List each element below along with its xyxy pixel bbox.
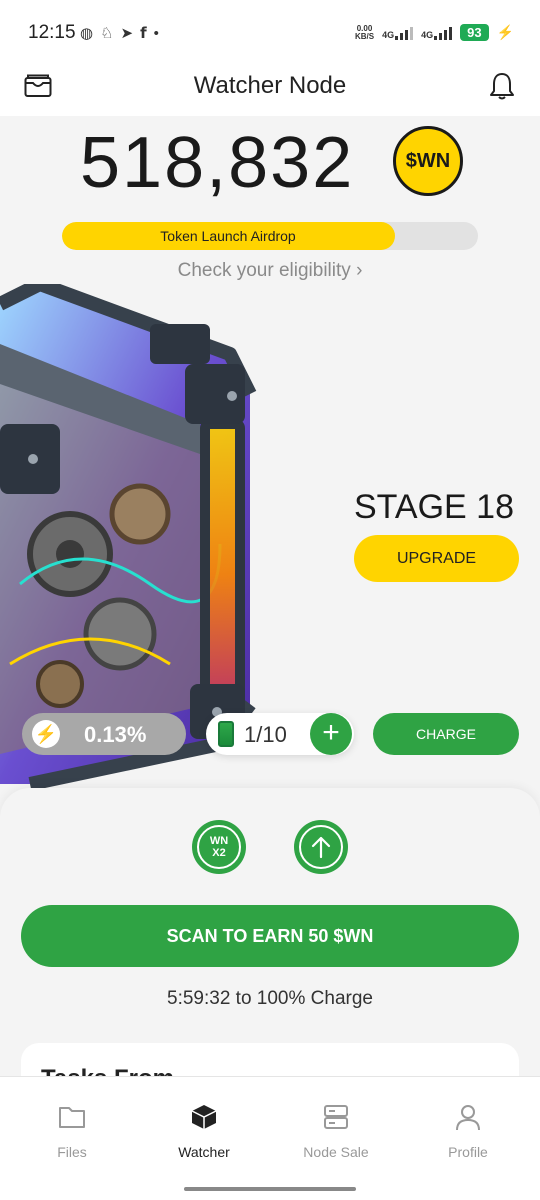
charge-button[interactable]: CHARGE <box>373 713 519 755</box>
page-title: Watcher Node <box>193 72 347 99</box>
nav-node-sale[interactable]: Node Sale <box>276 1103 396 1160</box>
eligibility-link[interactable]: Check your eligibility › <box>0 260 540 282</box>
balance-amount: 518,832 <box>80 123 355 203</box>
net-speed-unit: KB/S <box>354 31 375 41</box>
bottom-nav: Files Watcher Node Sale Profile <box>0 1076 540 1200</box>
eligibility-link-text: Check your eligibility <box>177 260 351 281</box>
arrow-up-icon <box>299 825 343 869</box>
signal-2-label: 4G <box>421 29 434 40</box>
airdrop-progress-label: Token Launch Airdrop <box>160 228 296 244</box>
facebook-icon: f <box>140 24 147 42</box>
status-time: 12:15 <box>28 22 76 43</box>
scan-to-earn-button[interactable]: SCAN TO EARN 50 $WN <box>21 905 519 967</box>
plus-icon: + <box>322 716 340 749</box>
app-header: Watcher Node <box>0 62 540 116</box>
messenger-icon: ◍ <box>80 25 94 42</box>
wn-x2-icon: WN X2 <box>197 825 241 869</box>
nav-node-sale-label: Node Sale <box>303 1144 369 1160</box>
folder-icon <box>59 1107 85 1128</box>
mining-rate-value: 0.13% <box>84 722 147 747</box>
telegram-icon: ➤ <box>120 25 134 42</box>
wn-token-icon: $WN <box>393 126 463 196</box>
signal-bars-icon <box>395 26 414 40</box>
add-battery-button[interactable]: + <box>310 713 352 755</box>
cube-icon <box>191 1105 217 1129</box>
nav-watcher[interactable]: Watcher <box>144 1103 264 1160</box>
upgrade-boost-button[interactable] <box>294 820 348 874</box>
multiplier-line1: WN <box>209 835 229 847</box>
bell-icon[interactable] <box>488 71 516 101</box>
signal-1-label: 4G <box>382 29 395 40</box>
mining-rate-pill: ⚡ 0.13% <box>22 713 186 755</box>
signal-2: 4G <box>421 26 453 40</box>
balance-row: 518,832 $WN <box>0 118 540 203</box>
status-right: 0.00 KB/S 4G 4G 93 ⚡ <box>355 24 514 41</box>
notification-icons: ◍ ♘ ➤ f • <box>80 24 159 42</box>
nav-watcher-label: Watcher <box>178 1144 230 1160</box>
battery-count: 1/10 <box>244 722 287 747</box>
home-indicator[interactable] <box>184 1187 356 1191</box>
chevron-right-icon: › <box>356 260 363 281</box>
battery-indicator: 93 <box>460 24 489 41</box>
charge-timer: 5:59:32 to 100% Charge <box>167 988 373 1009</box>
nav-files[interactable]: Files <box>12 1103 132 1160</box>
server-icon <box>324 1105 348 1129</box>
nav-profile-label: Profile <box>448 1144 488 1160</box>
multiplier-line2: X2 <box>212 847 226 859</box>
battery-icon <box>218 721 234 747</box>
signal-bars-icon <box>434 26 453 40</box>
nav-files-label: Files <box>57 1144 87 1160</box>
lightning-icon: ⚡ <box>32 720 60 748</box>
charging-icon: ⚡ <box>496 24 514 40</box>
net-speed: 0.00 KB/S <box>354 24 375 41</box>
stage-label: STAGE 18 <box>354 488 514 526</box>
signal-1: 4G <box>382 26 414 40</box>
nav-profile[interactable]: Profile <box>408 1103 528 1160</box>
multiplier-boost-button[interactable]: WN X2 <box>192 820 246 874</box>
user-icon <box>456 1105 480 1131</box>
more-dot-icon: • <box>153 24 159 42</box>
snapchat-icon: ♘ <box>100 25 114 42</box>
upgrade-button[interactable]: UPGRADE <box>354 535 519 582</box>
status-bar: 12:15 ◍ ♘ ➤ f • 0.00 KB/S 4G 4G 93 ⚡ <box>0 0 540 62</box>
